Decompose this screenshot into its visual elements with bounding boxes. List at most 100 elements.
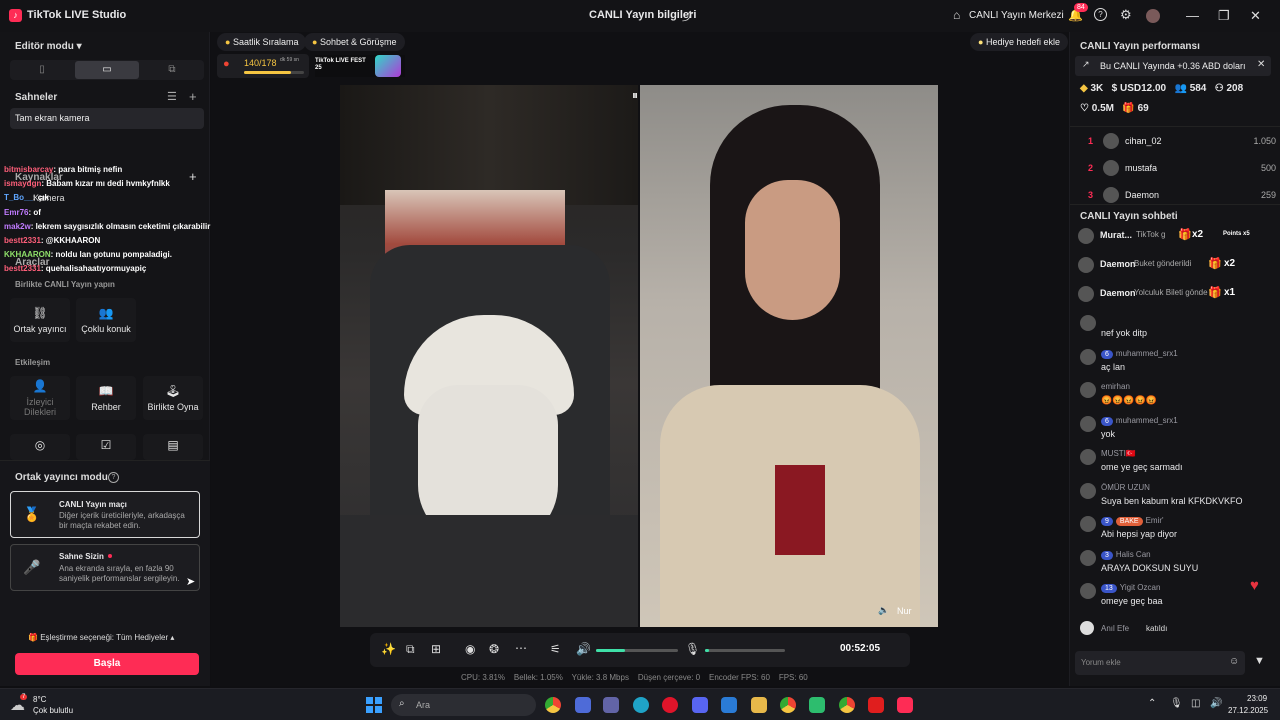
live-center-link[interactable]: CANLI Yayın Merkezi xyxy=(969,10,1064,21)
chrome-icon[interactable] xyxy=(545,697,561,713)
chat-user-line: 13 Yigit Ozcan xyxy=(1101,583,1160,593)
youtube-icon[interactable] xyxy=(868,697,884,713)
record-icon[interactable]: ◉ xyxy=(465,642,475,656)
minimize-icon[interactable]: — xyxy=(1186,8,1199,23)
dual-layout-button[interactable]: ⧉ xyxy=(140,60,204,80)
opera-icon[interactable] xyxy=(662,697,678,713)
chat-username: emirhan xyxy=(1101,382,1130,391)
ranking-row[interactable]: 2 mustafa 500 xyxy=(1070,158,1280,180)
clock-time[interactable]: 23:09 xyxy=(1247,694,1267,703)
home-icon[interactable]: ⌂ xyxy=(953,8,960,22)
ranking-row[interactable]: 1 cihan_02 1.050 xyxy=(1070,131,1280,153)
clock-date[interactable]: 27.12.2025 xyxy=(1228,706,1268,715)
tray-mic-icon[interactable]: 🎙 xyxy=(1170,698,1183,709)
chat-message[interactable]: nef yok ditp xyxy=(1080,315,1270,345)
scene-item[interactable]: Tam ekran kamera xyxy=(10,108,204,129)
info-icon[interactable]: ? xyxy=(108,472,119,483)
landscape-layout-button[interactable]: ▭ xyxy=(75,61,139,79)
chrome-icon-2[interactable] xyxy=(780,697,796,713)
effects-icon[interactable]: ❂ xyxy=(489,642,499,656)
hourly-ranking-pill[interactable]: ● Saatlik Sıralama xyxy=(217,33,307,51)
files-icon[interactable] xyxy=(575,697,591,713)
gift-goal-pill[interactable]: ● Hediye hedefi ekle xyxy=(970,33,1069,51)
mic-icon[interactable]: 🎙 xyxy=(685,642,700,656)
app-green-icon[interactable] xyxy=(809,697,825,713)
close-banner-icon[interactable]: ✕ xyxy=(1257,59,1265,70)
start-button[interactable]: Başla xyxy=(15,653,199,675)
portrait-layout-button[interactable]: ▯ xyxy=(10,60,74,80)
chat-message[interactable]: 6 muhammed_srx1 aç lan xyxy=(1080,348,1270,379)
chat-message[interactable]: 6 muhammed_srx1 yok xyxy=(1080,415,1270,446)
chat-message[interactable]: ÖMÜR UZUN Suya ben kabum kral KFKDKVKFO xyxy=(1080,482,1270,513)
start-icon[interactable] xyxy=(366,697,382,713)
likes-stat: 3K xyxy=(1090,83,1104,94)
comment-input[interactable]: Yorum ekle ☺ xyxy=(1075,651,1245,675)
chat-message-text: omeye geç baa xyxy=(1101,596,1163,606)
stage-title: Sahne Sizin xyxy=(59,552,104,561)
tray-network-icon[interactable]: ◫ xyxy=(1191,698,1200,709)
multi-guest-tool-label: Çoklu konuk xyxy=(81,324,131,334)
tray-chevron-icon[interactable]: ⌃ xyxy=(1148,698,1156,709)
split-handle-icon[interactable]: ⏸ xyxy=(632,88,638,103)
multi-guest-tool[interactable]: 👥 Çoklu konuk xyxy=(76,298,136,342)
target-tool[interactable]: ◎ xyxy=(10,434,70,460)
edge-icon[interactable] xyxy=(633,697,649,713)
chat-avatar xyxy=(1080,415,1096,432)
emoji-icon[interactable]: ☺ xyxy=(1229,656,1239,667)
progress-widget: ● 140/178 dk 59 sn xyxy=(217,54,309,78)
layers-icon[interactable]: ⧉ xyxy=(406,642,415,657)
help-icon[interactable]: ? xyxy=(1094,8,1107,21)
cohost-mute-icon[interactable]: 🔈 xyxy=(878,605,889,616)
rank-name: cihan_02 xyxy=(1125,136,1162,146)
chat-message[interactable]: emirhan 😡😡😡😡😡 xyxy=(1080,382,1270,412)
gift-event: Daemon Buket gönderildi 🎁 x2 xyxy=(1078,254,1278,276)
close-icon[interactable]: ✕ xyxy=(1250,8,1261,24)
match-option-selector[interactable]: 🎁 Eşleştirme seçeneği: Tüm Hediyeler ▴ xyxy=(28,633,174,642)
tray-volume-icon[interactable]: 🔊 xyxy=(1210,698,1222,709)
guide-tool[interactable]: 📖 Rehber xyxy=(76,376,136,420)
volume-slider[interactable] xyxy=(596,649,678,652)
heart-icon: ♡ xyxy=(1080,103,1089,114)
overlay-chat-line: Emr76: of xyxy=(4,208,41,217)
overlay-chat-line: KKHAARON: noldu lan gotunu pompaladigi. xyxy=(4,250,172,259)
chat-message[interactable]: 13 Yigit Ozcan omeye geç baa xyxy=(1080,583,1270,613)
avatar[interactable] xyxy=(1146,9,1160,23)
live-match-card[interactable]: 🏅 CANLI Yayın maçı Diğer içerik üreticil… xyxy=(10,491,200,538)
taskbar-search[interactable]: ⌕ Ara xyxy=(391,694,536,716)
progress-fill xyxy=(244,71,292,74)
list-icon[interactable]: ☰ xyxy=(167,90,177,103)
discord-icon[interactable] xyxy=(692,697,708,713)
add-scene-icon[interactable]: + xyxy=(189,89,197,104)
chat-message[interactable]: MUSTI🇹🇷 ome ye geç sarmadı xyxy=(1080,449,1270,479)
scenes-heading: Sahneler xyxy=(15,92,58,103)
mic-slider[interactable] xyxy=(705,649,785,652)
more-icon[interactable]: ⋯ xyxy=(515,641,527,655)
editor-mode-selector[interactable]: Editör modu ▾ xyxy=(15,41,82,52)
gear-icon[interactable]: ⚙ xyxy=(1120,7,1132,23)
speaker-icon[interactable]: 🔊 xyxy=(576,642,591,656)
store-icon[interactable] xyxy=(721,697,737,713)
gift-count: x2 xyxy=(1192,229,1204,240)
viewer-requests-tool[interactable]: 👤 İzleyici Dilekleri xyxy=(10,376,70,420)
magic-wand-icon[interactable]: ✨ xyxy=(381,642,396,656)
chat-message[interactable]: 9 BAKE Emir' Abi hepsi yap diyor xyxy=(1080,516,1270,546)
stage-card[interactable]: 🎤 Sahne Sizin Ana ekranda sırayla, en fa… xyxy=(10,544,200,591)
explorer-icon[interactable] xyxy=(751,697,767,713)
stream-info-title[interactable]: CANLI Yayın bilgileri xyxy=(589,9,696,21)
cohost-tool[interactable]: ⛓ Ortak yayıncı xyxy=(10,298,70,342)
checklist-tool[interactable]: ☑ xyxy=(76,434,136,460)
teams-icon[interactable] xyxy=(603,697,619,713)
play-together-tool[interactable]: 🕹 Birlikte Oyna xyxy=(143,376,203,420)
overlay-chat-user: mak2w xyxy=(4,221,31,231)
add-frame-icon[interactable]: ⊞ xyxy=(431,642,441,656)
overlay-chat-line: bitmisbarcay: para bitmiş nefin xyxy=(4,165,122,174)
chat-message[interactable]: 3 Halis Can ARAYA DOKSUN SUYU xyxy=(1080,549,1270,580)
share-icon[interactable]: ⤴ xyxy=(682,8,693,24)
filter-icon[interactable]: ▼ xyxy=(1254,655,1265,667)
chrome-icon-3[interactable] xyxy=(839,697,855,713)
maximize-icon[interactable]: ❐ xyxy=(1218,8,1230,24)
tiktok-studio-icon[interactable] xyxy=(897,697,913,713)
mixer-icon[interactable]: ⚟ xyxy=(550,642,561,656)
box-tool[interactable]: ▤ xyxy=(143,434,203,460)
chat-call-pill[interactable]: ● Sohbet & Görüşme xyxy=(304,33,405,51)
